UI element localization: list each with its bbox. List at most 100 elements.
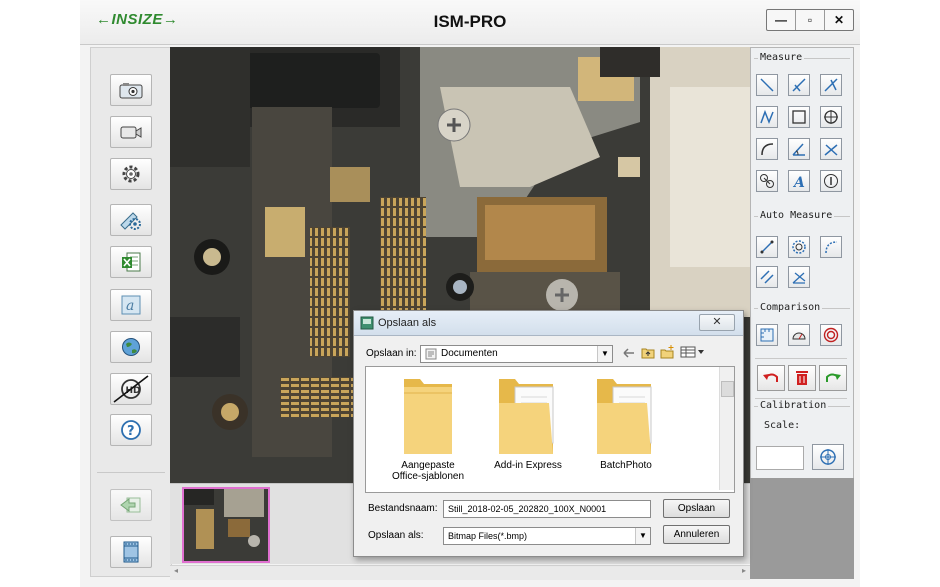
undo-button[interactable]	[757, 365, 785, 391]
text-annotation-button[interactable]: a	[110, 289, 152, 321]
cancel-button[interactable]: Annuleren	[663, 525, 730, 544]
filetype-label: Opslaan als:	[368, 530, 424, 541]
auto-circle-icon	[792, 240, 806, 254]
scale-label: Scale:	[762, 420, 803, 431]
title-bar: ←INSIZE→ ISM-PRO — ▫ ✕	[80, 0, 860, 45]
save-in-label: Opslaan in:	[366, 348, 417, 359]
snapshot-button[interactable]	[110, 74, 152, 106]
line-icon	[760, 78, 774, 92]
parallel-lines-icon	[760, 270, 774, 284]
new-folder-icon[interactable]	[660, 345, 674, 359]
panel-divider	[755, 398, 847, 399]
export-excel-button[interactable]	[110, 246, 152, 278]
folder-name: BatchPhoto	[600, 460, 652, 471]
minimize-button[interactable]: —	[767, 10, 796, 30]
perpendicular-icon	[824, 78, 838, 92]
redo-button[interactable]	[819, 365, 847, 391]
rectangle-button[interactable]	[788, 106, 810, 128]
folder-item[interactable]: Aangepaste Office-sjablonen	[382, 373, 474, 482]
import-button[interactable]	[110, 489, 152, 521]
maximize-button[interactable]: ▫	[796, 10, 825, 30]
measure-panel: Measure A Auto Measure Comparison Calibr…	[750, 47, 854, 479]
panel-footer	[750, 478, 854, 579]
capture-thumbnail[interactable]	[182, 487, 270, 563]
scale-input[interactable]	[756, 446, 804, 470]
filetype-dropdown[interactable]: Bitmap Files(*.bmp) ▼	[443, 527, 651, 545]
calibration-icon	[120, 212, 141, 230]
polyline-icon	[760, 109, 774, 125]
settings-button[interactable]	[110, 158, 152, 190]
polyline-button[interactable]	[756, 106, 778, 128]
info-button[interactable]	[820, 170, 842, 192]
dialog-title: Opslaan als	[378, 317, 437, 329]
angle-button[interactable]	[788, 138, 810, 160]
file-browser[interactable]: Aangepaste Office-sjablonen Add-in Expre…	[365, 366, 735, 493]
ruler-grid-icon	[760, 328, 774, 342]
dialog-close-button[interactable]: ✕	[699, 314, 735, 331]
filmstrip-button[interactable]	[110, 536, 152, 568]
auto-angle-button[interactable]	[788, 266, 810, 288]
trash-icon	[796, 371, 808, 385]
folder-item[interactable]: Add-in Express	[482, 373, 574, 471]
auto-line-icon	[760, 240, 774, 254]
arc-icon	[761, 143, 774, 156]
measure-group: Measure A	[754, 52, 850, 212]
help-button[interactable]: ?	[110, 414, 152, 446]
file-browser-scrollbar[interactable]	[719, 367, 734, 490]
record-video-button[interactable]	[110, 116, 152, 148]
scroll-left-icon[interactable]: ◂	[174, 566, 178, 575]
gauge-button[interactable]	[788, 324, 810, 346]
delete-button[interactable]	[788, 365, 816, 391]
svg-text:a: a	[126, 298, 134, 314]
calibration-tool-button[interactable]	[110, 204, 152, 236]
auto-arc-icon	[825, 241, 838, 254]
toolbar-divider	[97, 472, 165, 473]
circle-button[interactable]	[820, 106, 842, 128]
auto-angle-icon	[792, 272, 806, 284]
up-folder-icon[interactable]	[641, 345, 655, 359]
svg-text:A: A	[792, 175, 805, 189]
circle-distance-button[interactable]	[756, 170, 778, 192]
text-tool-button[interactable]: A	[788, 170, 810, 192]
horizontal-scrollbar[interactable]: ◂ ▸	[170, 565, 750, 580]
concentric-circle-button[interactable]	[820, 324, 842, 346]
save-in-dropdown[interactable]: Documenten ▼	[420, 345, 613, 363]
grid-overlay-button[interactable]	[756, 324, 778, 346]
scroll-right-icon[interactable]: ▸	[742, 566, 746, 575]
text-a-icon: A	[792, 175, 805, 189]
gauge-icon	[792, 332, 806, 340]
angle-line-button[interactable]	[788, 74, 810, 96]
auto-line-button[interactable]	[756, 236, 778, 258]
cross-angle-icon	[824, 144, 838, 156]
close-button[interactable]: ✕	[825, 10, 853, 30]
camera-icon	[119, 83, 143, 99]
web-button[interactable]	[110, 331, 152, 363]
angle-lines-icon	[792, 78, 806, 92]
auto-parallel-button[interactable]	[756, 266, 778, 288]
comparison-group: Comparison	[754, 302, 850, 357]
view-menu-icon[interactable]	[680, 345, 706, 359]
left-toolbar: a HD ?	[90, 47, 172, 577]
comparison-label: Comparison	[758, 302, 823, 313]
save-button[interactable]: Opslaan	[663, 499, 730, 518]
app-title: ISM-PRO	[433, 12, 507, 31]
folder-name: Aangepaste	[401, 460, 455, 471]
excel-export-icon	[122, 252, 141, 272]
auto-circle-button[interactable]	[788, 236, 810, 258]
auto-arc-button[interactable]	[820, 236, 842, 258]
calibrate-button[interactable]	[812, 444, 844, 470]
arc-button[interactable]	[756, 138, 778, 160]
cross-angle-button[interactable]	[820, 138, 842, 160]
filename-input[interactable]: Still_2018-02-05_202820_100X_N0001	[443, 500, 651, 518]
concentric-circles-icon	[823, 327, 839, 343]
crosshair-icon	[820, 449, 836, 465]
thumbnail-image	[184, 489, 268, 561]
perpendicular-button[interactable]	[820, 74, 842, 96]
chevron-down-icon: ▼	[635, 528, 650, 544]
line-measure-button[interactable]	[756, 74, 778, 96]
back-arrow-icon[interactable]	[622, 347, 636, 359]
hd-toggle-button[interactable]: HD	[110, 373, 152, 405]
auto-measure-group: Auto Measure	[754, 210, 850, 295]
scroll-thumb[interactable]	[721, 381, 734, 397]
folder-item[interactable]: BatchPhoto	[580, 373, 672, 471]
